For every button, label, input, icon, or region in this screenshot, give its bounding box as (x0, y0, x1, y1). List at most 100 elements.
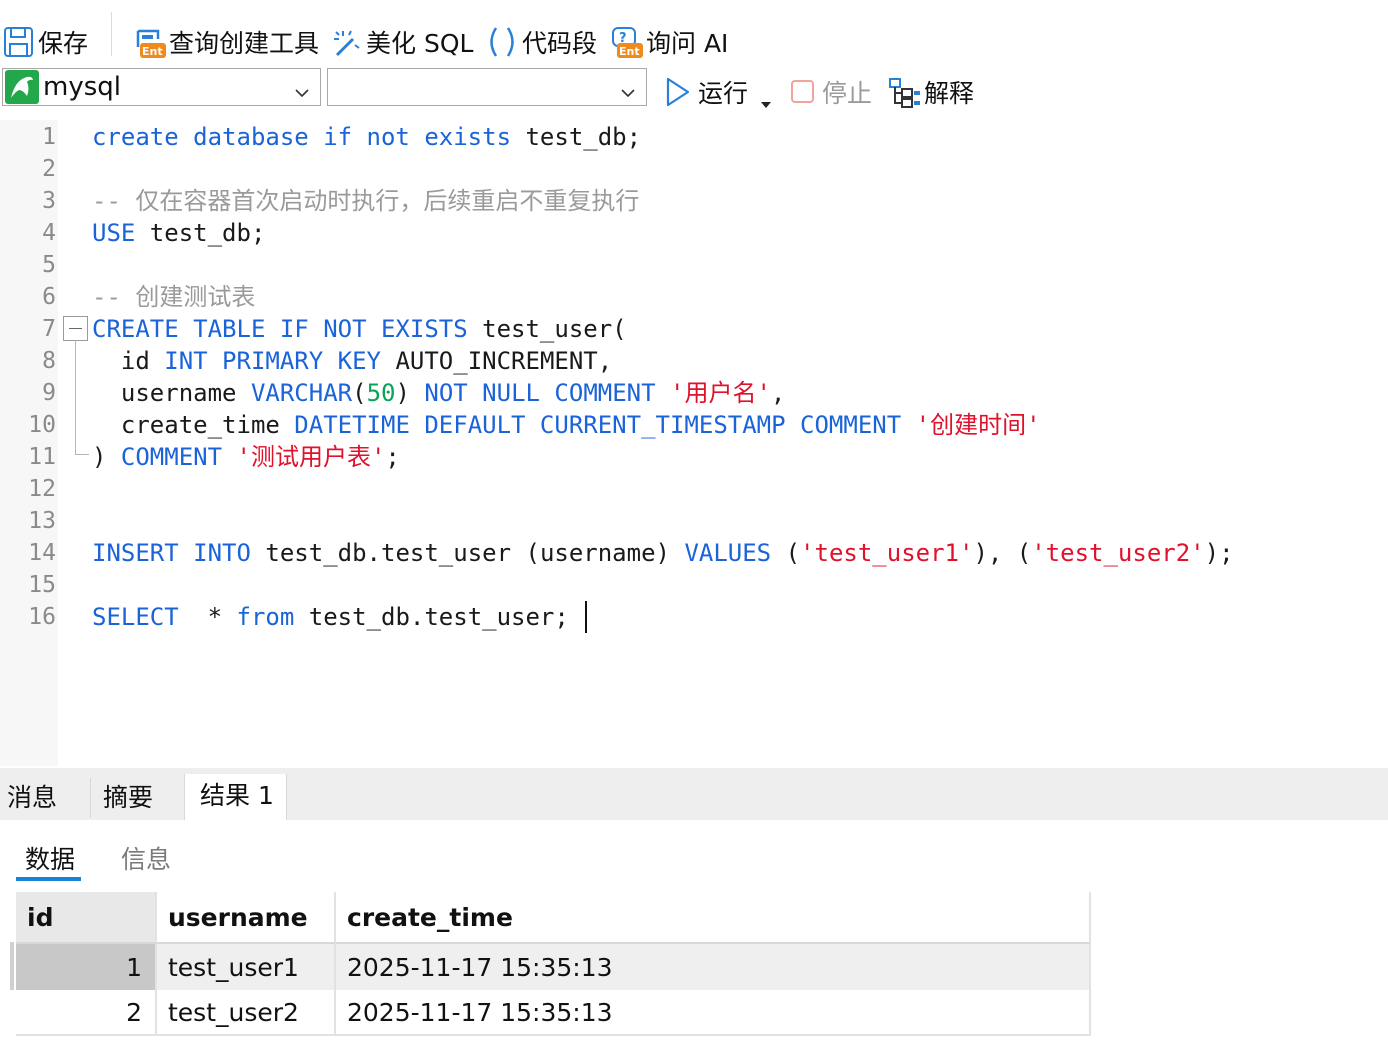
stop-icon (790, 79, 816, 105)
run-options-dropdown[interactable] (759, 76, 773, 116)
line-number: 10 (28, 412, 56, 438)
code-token: COMMENT (120, 443, 223, 471)
code-token: CREATE TABLE IF NOT EXISTS (92, 315, 468, 343)
result-subtab-bar: 数据 信息 (0, 820, 1388, 892)
code-line: 14 INSERT INTO test_db.test_user (usernam… (0, 537, 1388, 569)
cell-create-time[interactable]: 2025-11-17 15:35:13 (336, 990, 1091, 1034)
database-select[interactable] (327, 68, 647, 106)
sql-editor[interactable]: 1 create database if not exists test_db; 2… (0, 120, 1388, 766)
code-line: 15 (0, 569, 1388, 601)
code-token: -- 仅在容器首次启动时执行，后续重启不重复执行 (92, 187, 640, 215)
code-token: INT PRIMARY KEY (164, 347, 381, 375)
fold-toggle[interactable] (63, 316, 88, 341)
snippet-button[interactable]: 代码段 (485, 22, 597, 62)
code-line: 10 create_time DATETIME DEFAULT CURRENT_… (0, 409, 1388, 441)
chevron-down-icon (620, 78, 636, 98)
code-token: ; (385, 443, 400, 471)
code-token: INSERT INTO (92, 539, 251, 567)
code-text: -- 仅在容器首次启动时执行，后续重启不重复执行 (92, 185, 639, 217)
code-token: VALUES (684, 539, 772, 567)
cell-create-time[interactable]: 2025-11-17 15:35:13 (336, 944, 1091, 990)
column-header-create-time[interactable]: create_time (336, 892, 1091, 944)
code-token: test_db; (135, 219, 266, 247)
code-line: 12 (0, 473, 1388, 505)
tab-result-1[interactable]: 结果 1 (184, 774, 287, 820)
code-token: ); (1204, 539, 1234, 567)
run-button[interactable]: 运行 (664, 72, 748, 112)
connection-select[interactable]: mysql (2, 68, 321, 106)
code-token: 'test_user1' (800, 539, 974, 567)
code-token: ) (92, 443, 121, 471)
stop-button[interactable]: 停止 (790, 72, 872, 112)
active-subtab-indicator (16, 877, 81, 881)
code-text: SELECT * from test_db.test_user; (92, 601, 569, 633)
save-label: 保存 (38, 29, 89, 58)
code-token: ( (771, 539, 801, 567)
table-row[interactable]: 1 test_user1 2025-11-17 15:35:13 (16, 944, 1091, 990)
code-token: test_db.test_user; (294, 603, 569, 631)
cell-id[interactable]: 2 (16, 990, 157, 1034)
code-token: 'test_user2' (1031, 539, 1205, 567)
ask-ai-button[interactable]: ? Ent 询问 AI (611, 22, 728, 62)
query-builder-icon: Ent (134, 25, 166, 59)
code-line: 5 (0, 249, 1388, 281)
query-builder-button[interactable]: Ent 查询创建工具 (134, 22, 319, 62)
connection-value: mysql (43, 72, 121, 102)
code-line: 9 username VARCHAR(50) NOT NULL COMMENT … (0, 377, 1388, 409)
row-marker (10, 942, 14, 990)
stop-label: 停止 (822, 79, 873, 108)
text-caret (585, 601, 587, 633)
code-token: create_time (92, 411, 295, 439)
code-text: create_time DATETIME DEFAULT CURRENT_TIM… (92, 409, 1041, 441)
cell-id[interactable]: 1 (16, 944, 157, 990)
column-header-username[interactable]: username (157, 892, 336, 944)
caret-down-icon (759, 89, 773, 108)
code-token: '用户名' (670, 379, 771, 407)
ask-ai-label: 询问 AI (646, 29, 729, 58)
save-button[interactable]: 保存 (3, 22, 88, 62)
code-token: * (178, 603, 237, 631)
code-line: 1 create database if not exists test_db; (0, 121, 1388, 153)
code-text: ) COMMENT '测试用户表'; (92, 441, 400, 473)
main-toolbar: 保存 Ent 查询创建工具 美化 SQL 代码段 ? Ent 询问 AI (0, 0, 1388, 66)
fold-guide-end (75, 454, 89, 455)
line-number: 8 (42, 348, 56, 374)
tab-summary[interactable]: 摘要 (96, 776, 184, 820)
explain-button[interactable]: 解释 (888, 72, 974, 112)
code-line: 13 (0, 505, 1388, 537)
cell-username[interactable]: test_user2 (157, 990, 336, 1034)
subtab-info[interactable]: 信息 (121, 840, 171, 876)
beautify-sql-button[interactable]: 美化 SQL (331, 22, 473, 62)
line-number: 9 (42, 380, 56, 406)
line-number: 11 (28, 444, 56, 470)
table-row[interactable]: 2 test_user2 2025-11-17 15:35:13 (16, 990, 1091, 1036)
code-text: create database if not exists test_db; (92, 121, 641, 153)
code-text: -- 创建测试表 (92, 281, 255, 313)
line-number: 15 (28, 572, 56, 598)
code-token: DATETIME DEFAULT CURRENT_TIMESTAMP COMME… (294, 411, 902, 439)
code-token: ), ( (973, 539, 1032, 567)
tab-messages[interactable]: 消息 (0, 776, 90, 820)
code-text: INSERT INTO test_db.test_user (username)… (92, 537, 1234, 569)
code-text: USE test_db; (92, 217, 265, 249)
result-grid: id username create_time 1 test_user1 202… (16, 892, 1091, 1036)
line-number: 2 (42, 156, 56, 182)
line-number: 14 (28, 540, 56, 566)
code-token: '创建时间' (915, 411, 1041, 439)
tab-divider (90, 778, 91, 818)
code-token: test_db.test_user (username) (250, 539, 685, 567)
run-label: 运行 (698, 79, 749, 108)
code-text: CREATE TABLE IF NOT EXISTS test_user( (92, 313, 627, 345)
ask-ai-icon: ? Ent (611, 25, 643, 59)
column-header-id[interactable]: id (16, 892, 157, 944)
cell-username[interactable]: test_user1 (157, 944, 336, 990)
code-token: , (770, 379, 786, 407)
code-token: 50 (366, 379, 396, 407)
code-token: test_user( (467, 315, 627, 343)
line-number: 3 (42, 188, 56, 214)
code-token: AUTO_INCREMENT, (381, 347, 613, 375)
subtab-data[interactable]: 数据 (25, 840, 75, 876)
